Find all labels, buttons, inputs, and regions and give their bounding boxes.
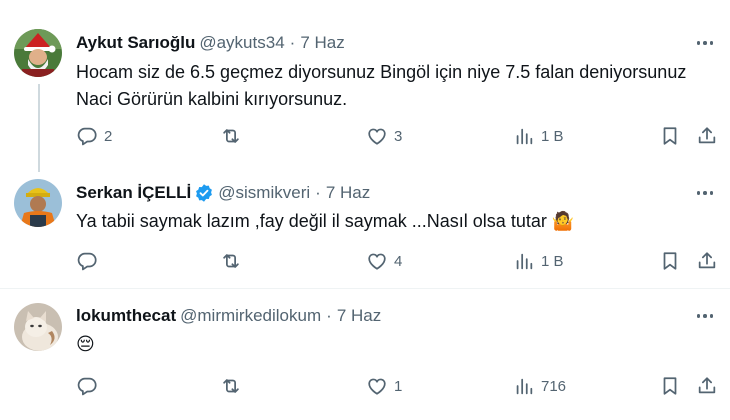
- tweet-text: 😔: [76, 334, 95, 354]
- reply-button[interactable]: [76, 374, 104, 398]
- bookmark-button[interactable]: [659, 249, 681, 273]
- share-icon: [698, 377, 716, 394]
- avatar[interactable]: [14, 303, 62, 351]
- retweet-button[interactable]: [220, 374, 248, 398]
- share-icon: [698, 127, 716, 144]
- tweet-header: lokumthecat @mirmirkedilokum · 7 Haz: [76, 305, 381, 327]
- like-button[interactable]: 1: [366, 374, 402, 398]
- views-button[interactable]: 716: [513, 374, 566, 398]
- like-button[interactable]: 3: [366, 124, 402, 148]
- author-name[interactable]: Serkan İÇELLİ: [76, 183, 191, 203]
- author-handle[interactable]: @aykuts34: [199, 33, 284, 53]
- retweet-icon: [223, 129, 239, 143]
- author-handle[interactable]: @sismikveri: [218, 183, 310, 203]
- like-count: 3: [394, 127, 403, 145]
- bookmark-icon: [663, 127, 677, 145]
- retweet-icon: [223, 379, 239, 393]
- tweet-timestamp[interactable]: 7 Haz: [326, 183, 370, 203]
- separator-dot: ·: [315, 183, 321, 202]
- separator-dot: ·: [289, 33, 296, 52]
- bookmark-button[interactable]: [659, 374, 681, 398]
- like-button[interactable]: 4: [366, 249, 402, 273]
- author-handle[interactable]: @mirmirkedilokum: [180, 306, 321, 326]
- bookmark-button[interactable]: [659, 124, 681, 148]
- tweet-2[interactable]: Serkan İÇELLİ @sismikveri · 7 Haz Ya tab…: [0, 170, 730, 288]
- action-bar: 2 3 1 B: [76, 124, 726, 148]
- views-chart-icon: [516, 128, 533, 145]
- views-button[interactable]: 1 B: [513, 249, 564, 273]
- author-name[interactable]: lokumthecat: [76, 306, 176, 326]
- bookmark-icon: [663, 377, 677, 395]
- tweet-text: Hocam siz de 6.5 geçmez diyorsunuz Bingö…: [76, 62, 687, 109]
- reply-icon: [77, 377, 97, 396]
- avatar-image: [14, 29, 62, 77]
- tweet-timestamp[interactable]: 7 Haz: [337, 306, 381, 326]
- tweet-3[interactable]: lokumthecat @mirmirkedilokum · 7 Haz 😔 1…: [0, 289, 730, 420]
- bookmark-icon: [663, 252, 677, 270]
- views-button[interactable]: 1 B: [513, 124, 564, 148]
- views-chart-icon: [516, 253, 533, 270]
- reply-count: 2: [104, 127, 113, 145]
- author-name[interactable]: Aykut Sarıoğlu: [76, 33, 195, 53]
- retweet-button[interactable]: [220, 124, 248, 148]
- separator-dot: ·: [326, 306, 332, 325]
- views-chart-icon: [516, 378, 533, 395]
- view-count: 716: [541, 377, 567, 395]
- more-dots-icon[interactable]: [694, 307, 716, 325]
- avatar-image: [14, 179, 62, 227]
- heart-icon: [368, 128, 386, 145]
- share-icon: [698, 252, 716, 269]
- tweet-timestamp[interactable]: 7 Haz: [300, 33, 344, 53]
- reply-button[interactable]: 2: [76, 124, 112, 148]
- verified-badge-icon: [194, 183, 214, 203]
- tweet-text: Ya tabii saymak lazım ,fay değil il saym…: [76, 211, 575, 231]
- avatar[interactable]: [14, 179, 62, 227]
- view-count: 1 B: [541, 127, 564, 145]
- tweet-1[interactable]: Aykut Sarıoğlu @aykuts34 · 7 Haz Hocam s…: [0, 0, 730, 172]
- reply-icon: [77, 127, 97, 146]
- avatar[interactable]: [14, 29, 62, 77]
- thread-connector-line: [38, 84, 40, 172]
- reply-icon: [77, 252, 97, 271]
- share-button[interactable]: [696, 374, 718, 398]
- view-count: 1 B: [541, 252, 564, 270]
- like-count: 4: [394, 252, 403, 270]
- avatar-image: [14, 303, 62, 351]
- tweet-header: Serkan İÇELLİ @sismikveri · 7 Haz: [76, 182, 370, 204]
- like-count: 1: [394, 377, 403, 395]
- more-dots-icon[interactable]: [694, 184, 716, 202]
- more-dots-icon[interactable]: [694, 34, 716, 52]
- action-bar: 1 716: [76, 374, 726, 398]
- heart-icon: [368, 253, 386, 270]
- tweet-header: Aykut Sarıoğlu @aykuts34 · 7 Haz: [76, 32, 345, 54]
- share-button[interactable]: [696, 124, 718, 148]
- retweet-button[interactable]: [220, 249, 248, 273]
- reply-button[interactable]: [76, 249, 104, 273]
- share-button[interactable]: [696, 249, 718, 273]
- action-bar: 4 1 B: [76, 249, 726, 273]
- retweet-icon: [223, 254, 239, 268]
- heart-icon: [368, 378, 386, 395]
